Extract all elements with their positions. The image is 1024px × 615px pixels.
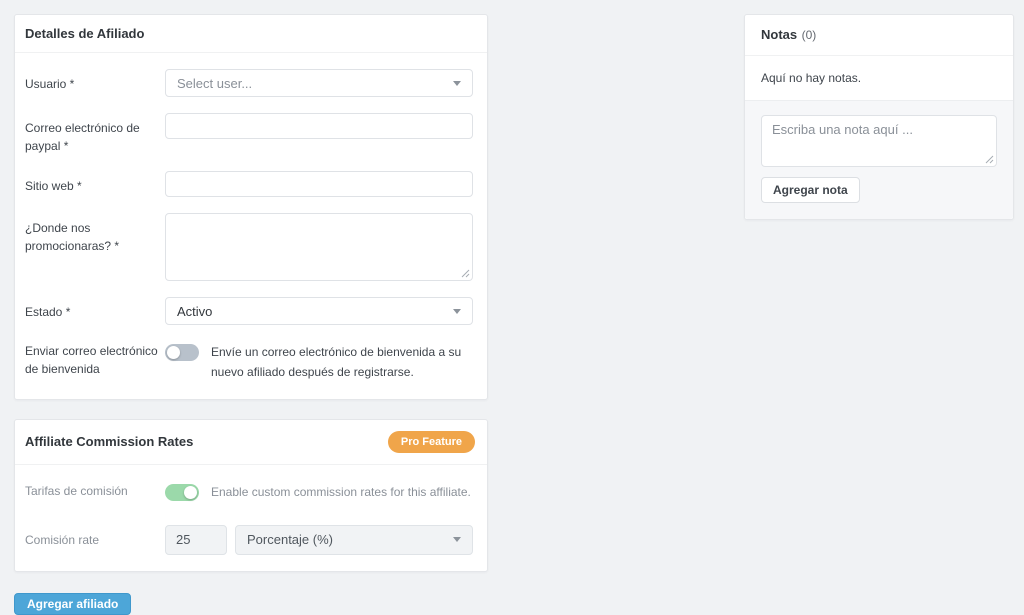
chevron-down-icon [453, 308, 461, 314]
add-note-button[interactable]: Agregar nota [761, 177, 860, 203]
status-select-value: Activo [177, 303, 213, 319]
website-label: Sitio web * [25, 179, 82, 193]
user-select-value: Select user... [177, 75, 253, 91]
promote-row: ¿Donde nos promocionaras? * [15, 205, 487, 289]
commission-toggle-description: Enable custom commission rates for this … [211, 484, 471, 499]
commission-rates-title: Affiliate Commission Rates [25, 434, 194, 450]
pro-feature-badge: Pro Feature [387, 430, 475, 453]
side-column: Notas (0) Aquí no hay notas. Agregar not… [744, 14, 1014, 220]
user-select[interactable]: Select user... [165, 69, 473, 97]
welcome-email-field: Envíe un correo electrónico de bienvenid… [165, 341, 473, 383]
notes-empty-text: Aquí no hay notas. [761, 71, 862, 85]
paypal-label: Correo electrónico de paypal * [25, 121, 140, 153]
commission-rate-type-value: Porcentaje (%) [247, 532, 333, 548]
commission-rates-toggle[interactable] [165, 483, 199, 501]
user-row: Usuario * Select user... [15, 61, 487, 105]
notes-count: (0) [801, 28, 817, 42]
welcome-email-label: Enviar correo electrónico de bienvenida [25, 344, 158, 376]
welcome-email-row: Enviar correo electrónico de bienvenida … [15, 333, 487, 391]
notes-title: Notas [761, 27, 798, 42]
add-affiliate-button[interactable]: Agregar afiliado [14, 592, 132, 615]
welcome-email-toggle[interactable] [165, 344, 199, 361]
note-textarea[interactable] [761, 115, 997, 167]
website-row: Sitio web * [15, 163, 487, 205]
status-row: Estado * Activo [15, 289, 487, 333]
affiliate-details-header: Detalles de Afiliado [15, 15, 487, 53]
affiliate-details-title: Detalles de Afiliado [25, 26, 145, 41]
user-label: Usuario * [25, 77, 75, 91]
paypal-email-input[interactable] [165, 113, 473, 139]
commission-rate-label: Comisión rate [25, 532, 100, 547]
affiliate-details-card: Detalles de Afiliado Usuario * Select us… [14, 14, 488, 400]
chevron-down-icon [453, 80, 461, 86]
commission-rate-type-select[interactable]: Porcentaje (%) [235, 524, 473, 555]
commission-rates-card: Affiliate Commission Rates Pro Feature T… [14, 418, 488, 572]
affiliate-details-body: Usuario * Select user... Correo electrón… [15, 53, 487, 399]
chevron-down-icon [453, 537, 461, 543]
commission-toggle-field: Enable custom commission rates for this … [165, 481, 473, 503]
status-label: Estado * [25, 305, 71, 319]
notes-card: Notas (0) Aquí no hay notas. Agregar not… [744, 14, 1014, 220]
status-select[interactable]: Activo [165, 297, 473, 325]
notes-footer: Agregar nota [745, 101, 1013, 219]
commission-rate-row: Comisión rate Porcentaje (%) [15, 511, 487, 563]
notes-header: Notas (0) [745, 15, 1013, 56]
commission-toggle-row: Tarifas de comisión Enable custom commis… [15, 473, 487, 511]
toggle-knob [167, 346, 180, 359]
welcome-email-description: Envíe un correo electrónico de bienvenid… [211, 345, 462, 379]
notes-body: Aquí no hay notas. [745, 56, 1013, 101]
website-input[interactable] [165, 171, 473, 197]
promote-label: ¿Donde nos promocionaras? * [25, 221, 120, 253]
commission-rates-header: Affiliate Commission Rates Pro Feature [15, 420, 487, 465]
page: Detalles de Afiliado Usuario * Select us… [0, 0, 1024, 615]
main-column: Detalles de Afiliado Usuario * Select us… [14, 14, 488, 615]
toggle-knob [184, 485, 197, 499]
commission-toggle-label: Tarifas de comisión [25, 483, 128, 498]
promote-textarea[interactable] [165, 213, 473, 281]
commission-rate-input[interactable] [165, 524, 227, 555]
commission-rates-body: Tarifas de comisión Enable custom commis… [15, 465, 487, 571]
paypal-row: Correo electrónico de paypal * [15, 105, 487, 163]
